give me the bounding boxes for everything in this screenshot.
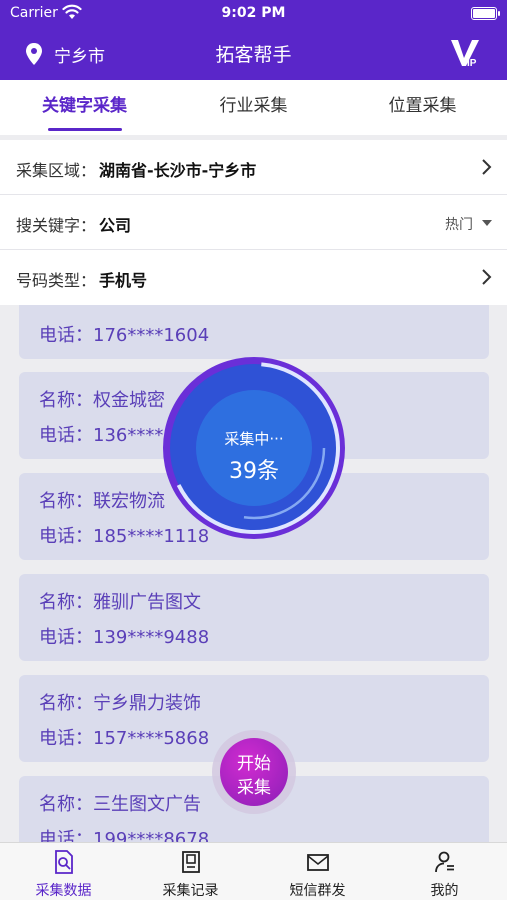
page-title: 拓客帮手 xyxy=(215,44,292,66)
clock: 9:02 PM xyxy=(221,5,286,21)
name-text: 名称：宁乡鼎力装饰 xyxy=(39,693,201,714)
collected-count: 39条 xyxy=(229,459,279,484)
collection-mode-tabs: 关键字采集 行业采集 位置采集 xyxy=(0,80,507,135)
tabbar-item-mine[interactable]: 我的 xyxy=(381,843,507,900)
start-collection-button[interactable]: 开始 采集 xyxy=(212,730,296,814)
tabbar-label: 采集记录 xyxy=(162,883,219,899)
number-type-value: 手机号 xyxy=(99,271,148,290)
region-row[interactable]: 采集区域： 湖南省-长沙市-宁乡市 xyxy=(0,140,507,195)
tabbar-item-sms-broadcast[interactable]: 短信群发 xyxy=(254,843,381,900)
tab-label: 位置采集 xyxy=(388,96,457,116)
name-text: 名称：联宏物流 xyxy=(39,491,165,512)
start-button-face[interactable]: 开始 采集 xyxy=(220,738,288,806)
vip-icon[interactable]: IP xyxy=(449,36,483,70)
user-icon xyxy=(434,851,454,873)
name-text: 名称：权金城密 xyxy=(39,390,165,411)
active-tab-indicator xyxy=(47,128,122,131)
phone-text: 电话：157****5868 xyxy=(39,728,210,749)
number-type-label: 号码类型： xyxy=(16,271,97,290)
start-label-line2: 采集 xyxy=(237,778,271,798)
start-label-line1: 开始 xyxy=(237,754,271,774)
phone-text: 电话：139****9488 xyxy=(39,627,210,648)
phone-text: 电话：199****8678 xyxy=(39,829,210,842)
region-value: 湖南省-长沙市-宁乡市 xyxy=(99,161,257,180)
navigation-bar: 宁乡市 拓客帮手 IP xyxy=(0,28,507,80)
keyword-label: 搜关键字： xyxy=(16,216,97,235)
hot-keywords-dropdown[interactable]: 热门 xyxy=(445,214,473,234)
tab-label: 行业采集 xyxy=(219,96,288,116)
tabbar-item-collected-data[interactable]: 采集数据 xyxy=(0,843,127,900)
chevron-right-icon xyxy=(482,269,492,285)
svg-text:IP: IP xyxy=(467,58,477,69)
status-bar: Carrier 9:02 PM xyxy=(0,0,507,28)
tab-industry-collection[interactable]: 行业采集 xyxy=(169,80,338,135)
document-search-icon xyxy=(54,850,73,874)
bottom-tab-bar: 采集数据 采集记录 短信群发 我的 xyxy=(0,842,507,900)
tab-keyword-collection[interactable]: 关键字采集 xyxy=(0,80,169,135)
keyword-row[interactable]: 搜关键字： 公司 热门 xyxy=(0,195,507,250)
collecting-status: 采集中··· xyxy=(224,430,284,448)
record-icon xyxy=(181,851,200,873)
list-item[interactable]: 电话：176****1604 xyxy=(19,305,489,359)
name-text: 名称：三生图文广告 xyxy=(39,794,201,815)
phone-text: 电话：136**** xyxy=(39,425,164,446)
keyword-value[interactable]: 公司 xyxy=(99,212,131,236)
list-item[interactable]: 名称：雅驯广告图文 电话：139****9488 xyxy=(19,574,489,661)
region-label: 采集区域： xyxy=(16,161,97,180)
collection-progress-indicator: 采集中··· 39条 xyxy=(162,356,346,540)
tabbar-label: 我的 xyxy=(430,883,459,899)
battery-icon xyxy=(471,7,500,20)
tabbar-label: 采集数据 xyxy=(35,883,92,899)
chevron-right-icon xyxy=(482,159,492,175)
mail-icon xyxy=(306,854,329,871)
tabbar-item-collection-records[interactable]: 采集记录 xyxy=(127,843,254,900)
number-type-row[interactable]: 号码类型： 手机号 xyxy=(0,250,507,305)
name-text: 名称：雅驯广告图文 xyxy=(39,592,201,613)
tab-label: 关键字采集 xyxy=(42,96,127,116)
collection-settings-form: 采集区域： 湖南省-长沙市-宁乡市 搜关键字： 公司 热门 号码类型： 手机号 xyxy=(0,140,507,305)
tabbar-label: 短信群发 xyxy=(289,883,346,899)
caret-down-icon[interactable] xyxy=(482,220,492,226)
tab-location-collection[interactable]: 位置采集 xyxy=(338,80,507,135)
phone-text: 电话：176****1604 xyxy=(39,325,210,346)
